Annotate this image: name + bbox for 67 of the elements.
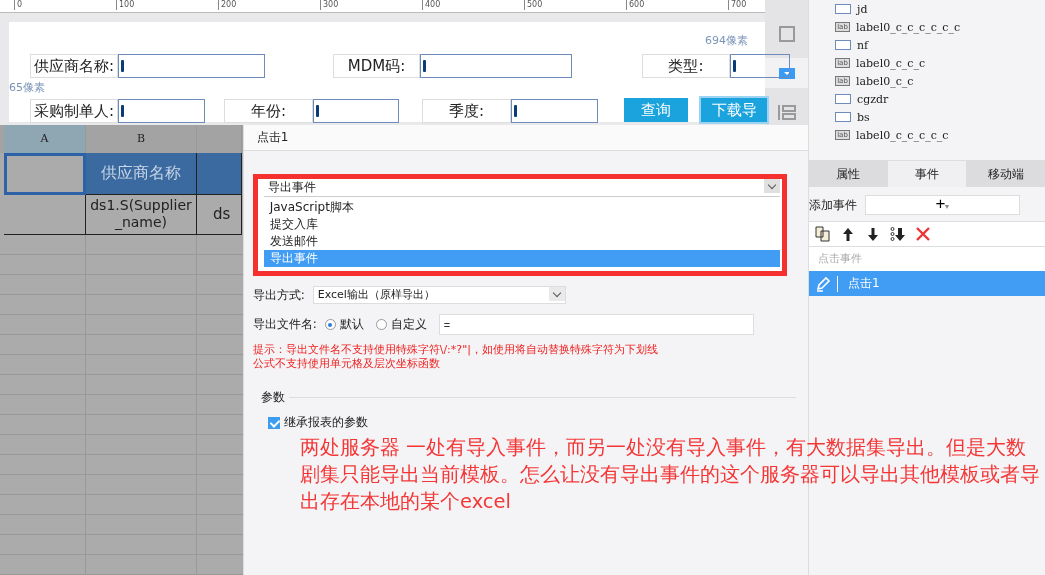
- size-hint: 65像素: [9, 80, 45, 95]
- radio-option[interactable]: 自定义: [375, 316, 427, 333]
- arrow-down-icon[interactable]: [865, 226, 881, 242]
- layout-icon[interactable]: [776, 102, 797, 122]
- field-label: MDM码:: [333, 54, 420, 78]
- file-name-input[interactable]: =: [438, 314, 754, 335]
- ruler-label: 600: [626, 0, 645, 10]
- field-label: 年份:: [224, 99, 313, 123]
- checkbox[interactable]: [267, 416, 280, 429]
- section-title: 参数: [260, 389, 285, 406]
- ruler-label: 400: [422, 0, 441, 10]
- panel-tab[interactable]: 属性: [809, 161, 888, 187]
- table-cell: [197, 153, 242, 195]
- input-field[interactable]: [313, 99, 399, 123]
- dropdown-option[interactable]: 提交入库: [263, 216, 780, 233]
- export-mode-select[interactable]: Excel输出（原样导出）: [312, 286, 566, 304]
- dialog-title: 点击1: [243, 125, 808, 151]
- size-hint: 694像素: [705, 33, 748, 48]
- dropdown-option[interactable]: 发送邮件: [263, 233, 780, 250]
- column-header[interactable]: A: [4, 125, 86, 153]
- delete-icon[interactable]: [915, 226, 931, 242]
- field-label: 季度:: [422, 99, 511, 123]
- panel-tab[interactable]: 事件: [887, 161, 967, 187]
- annotation-text: 两处服务器 一处有导入事件，而另一处没有导入事件，有大数据集导出。但是大数剧集只能导出当前模板。怎么让没有导出事件的这个服务器可以导出其他模板或者导出存在本地的某个excel: [300, 435, 1041, 515]
- copy-icon[interactable]: [815, 226, 831, 242]
- square-icon[interactable]: [776, 24, 797, 44]
- arrow-up-icon[interactable]: [840, 226, 856, 242]
- checkbox-label: 继承报表的参数: [283, 414, 368, 431]
- chevron-down-icon: [548, 287, 565, 301]
- input-field[interactable]: [730, 54, 790, 78]
- text-field-icon: [835, 112, 851, 122]
- ruler-label: 500: [524, 0, 543, 10]
- ruler-label: 200: [218, 0, 237, 10]
- text-field-icon: [835, 40, 851, 50]
- add-event-button[interactable]: +▾: [865, 195, 1020, 215]
- ruler-label: 700: [728, 0, 747, 10]
- table-cell: ds1.S(Supplier_name): [86, 195, 197, 235]
- chevron-down-icon: [763, 179, 780, 193]
- input-field[interactable]: [118, 54, 265, 78]
- event-type-select[interactable]: 导出事件: [263, 179, 780, 197]
- tree-item[interactable]: cgzdr: [835, 90, 1045, 108]
- ruler-label: 300: [320, 0, 339, 10]
- dropdown-option[interactable]: JavaScript脚本: [263, 199, 780, 216]
- field-label: 添加事件: [809, 196, 857, 214]
- ruler-label: 0: [14, 0, 23, 10]
- panel-tab[interactable]: 移动端: [966, 161, 1045, 187]
- field-label: 供应商名称:: [30, 54, 118, 78]
- ruler-label: 100: [116, 0, 135, 10]
- field-label: 导出文件名:: [252, 316, 317, 333]
- table-cell: 供应商名称: [86, 153, 197, 195]
- input-field[interactable]: [511, 99, 598, 123]
- tree-item[interactable]: bs: [835, 108, 1045, 126]
- tree-item[interactable]: nf: [835, 36, 1045, 54]
- table-cell: ds: [197, 195, 242, 235]
- tree-item[interactable]: jd: [835, 0, 1045, 18]
- field-label: 类型:: [642, 54, 730, 78]
- list-header: 点击事件: [809, 247, 1045, 271]
- field-label: 采购制单人:: [30, 99, 118, 123]
- warning-text: 公式不支持使用单元格及层次坐标函数: [252, 357, 441, 371]
- input-field[interactable]: [420, 54, 572, 78]
- input-field[interactable]: [118, 99, 205, 123]
- move-bottom-icon[interactable]: [890, 226, 906, 242]
- text-field-icon: [835, 94, 851, 104]
- warning-text: 提示：导出文件名不支持使用特殊字符\/:*?"|，如使用将自动替换特殊字符为下划线: [252, 343, 659, 357]
- field-label: 导出方式:: [252, 286, 305, 304]
- radio-option[interactable]: 默认: [324, 316, 364, 333]
- text-field-icon: [835, 4, 851, 14]
